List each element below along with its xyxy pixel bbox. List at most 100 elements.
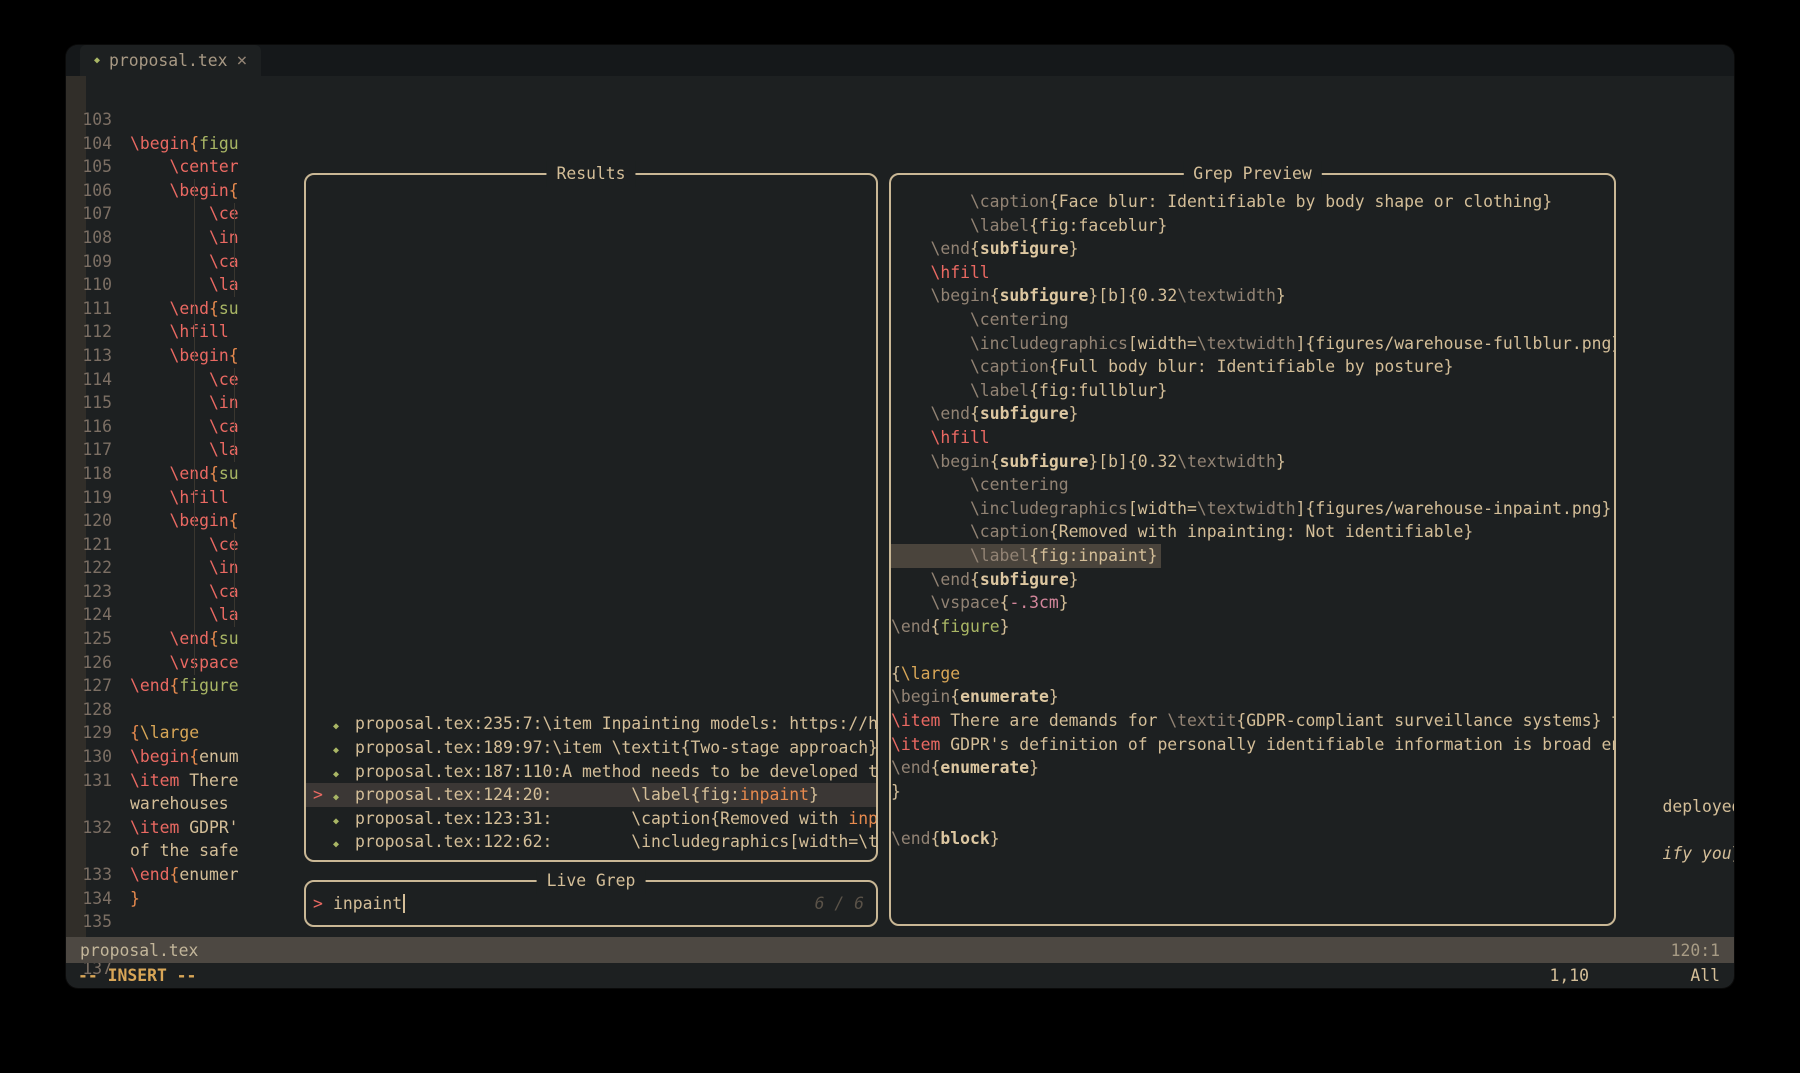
code-token: \caption [891,522,1049,541]
match-counter: 6 / 6 [815,894,864,913]
code-token: { [891,664,901,683]
line-number: 125 [66,627,118,651]
code-token: }[b]{0.32 [1088,452,1177,471]
code-token: { [169,676,179,695]
preview-line: {\large [891,662,1614,686]
tex-file-icon: ◆ [333,712,355,736]
line-number: 124 [66,603,118,627]
code-token: } [1059,593,1069,612]
code-token [130,511,169,530]
preview-line: \centering [891,473,1614,497]
preview-highlighted-line: \label{fig:inpaint} [891,544,1161,568]
line-code: \item GDPR' [130,816,240,840]
preview-line: \begin{enumerate} [891,685,1614,709]
neovim-window: ◆ proposal.tex × 103104\begin{figure}105… [66,45,1734,988]
code-token: There are demands for [940,711,1167,730]
statusline: proposal.tex 120:1 [66,937,1734,963]
prompt-caret-icon: > [313,894,333,913]
preview-line: \label{fig:inpaint} [891,544,1614,568]
result-text: proposal.tex:189:97:\item \textit{Two-st… [355,736,876,760]
code-token [130,558,209,577]
live-grep-input[interactable]: > inpaint 6 / 6 [306,882,876,925]
line-number: 113 [66,344,118,368]
result-text: proposal.tex:122:62: \includegraphics[wi… [355,830,876,854]
code-token: { [229,181,239,200]
code-token: } [130,889,140,908]
line-code: warehouses [130,792,240,816]
code-token: \label [891,546,1029,565]
result-row[interactable]: >◆proposal.tex:124:20: \label{fig:inpain… [306,783,876,807]
code-token: \end [169,464,208,483]
result-row[interactable]: ◆proposal.tex:187:110:A method needs to … [306,760,876,784]
line-number: 123 [66,580,118,604]
search-query[interactable]: inpaint [333,894,402,913]
preview-line: \end{subfigure} [891,568,1614,592]
line-code: \in [130,556,240,580]
code-token: {GDPR-compliant surveillance systems} t [1236,711,1614,730]
line-number: 105 [66,155,118,179]
code-token: {Removed with inpainting: Not identifiab… [1049,522,1473,541]
line-number: 109 [66,250,118,274]
background-editor-text: ify you}''; one [1623,818,1734,842]
code-token: \end [169,629,208,648]
code-token: \end [891,570,970,589]
ruler: 1,10 [1550,966,1589,985]
result-text: proposal.tex:123:31: \caption{Removed wi… [355,807,876,831]
code-token: \begin [130,747,189,766]
line-number: 121 [66,533,118,557]
code-token: of the safe [130,841,239,860]
line-number: 107 [66,202,118,226]
editor-line[interactable]: 103 [66,108,1734,132]
code-token: { [209,629,219,648]
code-token: enumer [179,865,238,884]
line-code: \in [130,391,240,415]
result-text: proposal.tex:124:20: \label{fig:inpaint} [355,783,819,807]
result-row[interactable]: ◆proposal.tex:122:62: \includegraphics[w… [306,830,876,854]
code-token: subfigure [980,404,1069,423]
code-token: proposal.tex:189:97:\item \textit{Two-st… [355,738,876,757]
code-token: inpa [848,809,876,828]
code-token: { [970,239,980,258]
result-row[interactable]: ◆proposal.tex:189:97:\item \textit{Two-s… [306,736,876,760]
scroll-indicator: All [1690,966,1720,985]
tex-file-icon: ◆ [333,760,355,784]
result-row[interactable]: ◆proposal.tex:123:31: \caption{Removed w… [306,807,876,831]
code-token: proposal.tex:124:20: \label{fig: [355,785,740,804]
close-icon[interactable]: × [236,50,247,71]
preview-line: \end{subfigure} [891,237,1614,261]
code-token: \item [130,771,179,790]
code-token: { [930,758,940,777]
result-row[interactable]: ◆proposal.tex:235:7:\item Inpainting mod… [306,712,876,736]
preview-line: \end{subfigure} [891,402,1614,426]
line-code: \end{enumer [130,863,240,887]
code-token: \begin [891,452,990,471]
code-token: \includegraphics [891,334,1128,353]
code-token: \hfill [891,263,990,282]
code-token: { [189,747,199,766]
code-token: } [1276,286,1286,305]
statusline-filename: proposal.tex [80,941,198,960]
code-token [130,393,209,412]
code-token: warehouses [130,794,229,813]
preview-line: \caption{Removed with inpainting: Not id… [891,520,1614,544]
code-token: GDPR's definition of personally identifi… [940,735,1614,754]
tab-proposal-tex[interactable]: ◆ proposal.tex × [80,45,261,76]
code-token: {fig:faceblur} [1029,216,1167,235]
code-token: { [930,829,940,848]
line-number: 135 [66,910,118,934]
code-token: \begin [169,346,228,365]
code-token: { [1000,593,1010,612]
line-number: 129 [66,721,118,745]
code-token: \begin [891,286,990,305]
editor-line[interactable]: 104\begin{figure} [66,132,1734,156]
code-token: [width= [1128,334,1197,353]
indent-guide [234,203,235,297]
preview-line: \hfill [891,261,1614,285]
code-token: \includegraphics [891,499,1128,518]
code-token: \large [140,723,199,742]
code-token [130,605,209,624]
tex-file-icon: ◆ [333,807,355,831]
line-code: \begin{ [130,179,240,203]
line-code: \ce [130,202,240,226]
text-cursor [403,894,405,913]
